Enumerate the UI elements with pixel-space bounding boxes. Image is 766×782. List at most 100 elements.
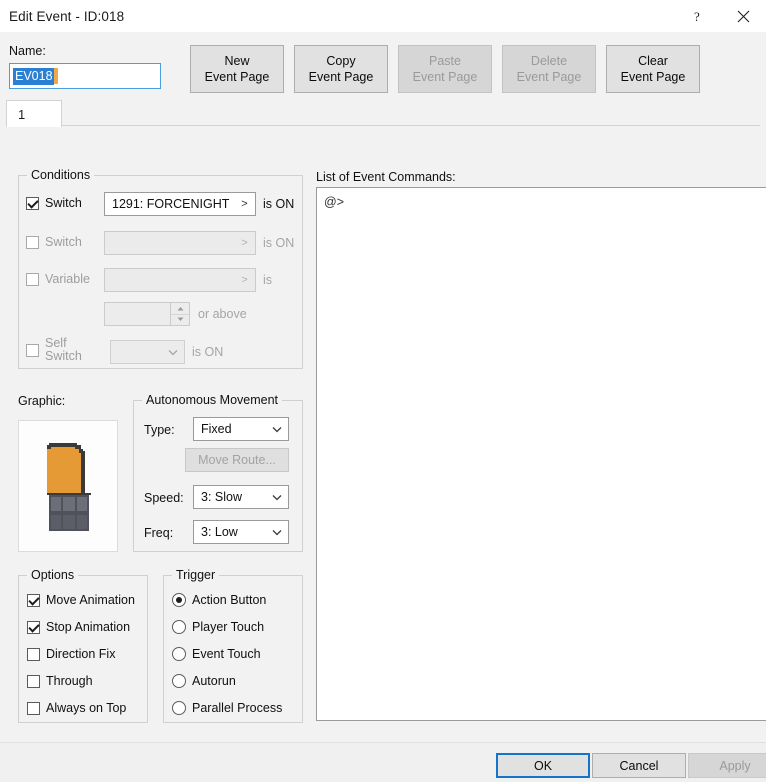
autonomous-movement-legend: Autonomous Movement xyxy=(142,393,283,407)
condition-switch1-picker[interactable]: 1291: FORCENIGHT > xyxy=(104,192,256,216)
options-legend: Options xyxy=(27,568,79,582)
self-switch-label-line1: Self xyxy=(45,336,67,350)
option-direction-fix[interactable]: Direction Fix xyxy=(27,647,115,661)
graphic-preview[interactable] xyxy=(18,420,118,552)
condition-self-switch-suffix: is ON xyxy=(192,345,224,359)
dialog-footer: OK Cancel Apply xyxy=(0,742,766,782)
chevron-down-icon[interactable] xyxy=(266,529,288,536)
chevron-down-icon[interactable] xyxy=(266,494,288,501)
condition-switch1-label: Switch xyxy=(45,196,82,210)
movement-type-label: Type: xyxy=(144,423,175,437)
window-title: Edit Event - ID:018 xyxy=(9,8,125,24)
condition-switch1-checkbox[interactable]: Switch xyxy=(26,196,82,210)
move-route-button: Move Route... xyxy=(185,448,289,472)
condition-variable-label: Variable xyxy=(45,272,90,286)
movement-type-value: Fixed xyxy=(201,422,232,436)
movement-type-combo[interactable]: Fixed xyxy=(193,417,289,441)
name-label: Name: xyxy=(9,44,46,58)
name-input[interactable]: EV018 xyxy=(9,63,161,89)
delete-event-page-button: Delete Event Page xyxy=(502,45,596,93)
option-label: Through xyxy=(46,674,93,688)
new-event-page-button[interactable]: New Event Page xyxy=(190,45,284,93)
option-through[interactable]: Through xyxy=(27,674,93,688)
checkbox-icon xyxy=(27,701,40,715)
condition-self-switch-label: Self Switch xyxy=(45,337,82,363)
cancel-button[interactable]: Cancel xyxy=(592,753,686,778)
button-line1: Delete xyxy=(530,54,568,68)
trigger-player-touch[interactable]: Player Touch xyxy=(172,620,264,634)
name-input-value: EV018 xyxy=(13,67,54,85)
copy-event-page-button[interactable]: Copy Event Page xyxy=(294,45,388,93)
condition-switch1-value: 1291: FORCENIGHT xyxy=(112,197,230,211)
event-commands-label: List of Event Commands: xyxy=(316,170,456,184)
trigger-parallel-process[interactable]: Parallel Process xyxy=(172,701,282,715)
trigger-label: Event Touch xyxy=(192,647,261,661)
self-switch-label-line2: Switch xyxy=(45,349,82,363)
movement-freq-combo[interactable]: 3: Low xyxy=(193,520,289,544)
conditions-legend: Conditions xyxy=(27,168,95,182)
condition-self-switch-checkbox[interactable]: Self Switch xyxy=(26,337,82,363)
checkbox-icon xyxy=(26,343,39,357)
tab-underline xyxy=(6,125,760,126)
movement-freq-label: Freq: xyxy=(144,526,174,540)
condition-variable-checkbox[interactable]: Variable xyxy=(26,272,90,286)
movement-speed-label: Speed: xyxy=(144,491,184,505)
movement-freq-value: 3: Low xyxy=(201,525,238,539)
trigger-event-touch[interactable]: Event Touch xyxy=(172,647,261,661)
event-page-tabs: 1 xyxy=(6,100,760,127)
condition-switch2-picker: > xyxy=(104,231,256,255)
close-icon[interactable] xyxy=(720,0,766,32)
button-line1: Paste xyxy=(429,54,461,68)
checkbox-icon xyxy=(27,593,40,607)
stepper-buttons xyxy=(170,303,189,325)
chevron-right-icon[interactable]: > xyxy=(233,193,255,215)
button-line2: Event Page xyxy=(412,70,478,84)
paste-event-page-button: Paste Event Page xyxy=(398,45,492,93)
option-label: Direction Fix xyxy=(46,647,116,661)
ok-button[interactable]: OK xyxy=(496,753,590,778)
condition-variable-amount-value xyxy=(105,303,170,325)
chevron-down-icon[interactable] xyxy=(266,426,288,433)
trigger-action-button[interactable]: Action Button xyxy=(172,593,266,607)
list-item[interactable]: @> xyxy=(317,188,766,209)
condition-switch2-label: Switch xyxy=(45,235,82,249)
chevron-down-icon xyxy=(162,349,184,356)
dialog-body: Name: EV018 New Event Page Copy Event Pa… xyxy=(0,32,766,782)
trigger-label: Autorun xyxy=(192,674,236,688)
option-move-animation[interactable]: Move Animation xyxy=(27,593,135,607)
condition-variable-picker: > xyxy=(104,268,256,292)
option-label: Always on Top xyxy=(46,701,127,715)
option-label: Move Animation xyxy=(46,593,135,607)
checkbox-icon xyxy=(27,620,40,634)
trigger-label: Parallel Process xyxy=(192,701,283,715)
option-always-on-top[interactable]: Always on Top xyxy=(27,701,126,715)
apply-button: Apply xyxy=(688,753,766,778)
option-stop-animation[interactable]: Stop Animation xyxy=(27,620,130,634)
graphic-label: Graphic: xyxy=(18,394,66,408)
checkbox-icon xyxy=(27,647,40,661)
window-controls: ? xyxy=(674,0,766,32)
checkbox-icon xyxy=(26,196,39,210)
event-page-toolbar: New Event Page Copy Event Page Paste Eve… xyxy=(190,45,700,93)
help-icon[interactable]: ? xyxy=(674,0,720,32)
tab-page-1[interactable]: 1 xyxy=(6,100,62,127)
clear-event-page-button[interactable]: Clear Event Page xyxy=(606,45,700,93)
text-caret xyxy=(53,68,58,84)
svg-text:?: ? xyxy=(694,10,700,23)
checkbox-icon xyxy=(27,674,40,688)
condition-switch1-suffix: is ON xyxy=(263,197,295,211)
condition-switch2-checkbox[interactable]: Switch xyxy=(26,235,82,249)
button-line1: Copy xyxy=(326,54,356,68)
title-bar: Edit Event - ID:018 ? xyxy=(0,0,766,32)
trigger-autorun[interactable]: Autorun xyxy=(172,674,236,688)
event-commands-list[interactable]: @> xyxy=(316,187,766,721)
checkbox-icon xyxy=(26,235,39,249)
radio-icon xyxy=(172,674,186,688)
character-sprite-icon xyxy=(47,443,91,531)
movement-speed-value: 3: Slow xyxy=(201,490,242,504)
option-label: Stop Animation xyxy=(46,620,131,634)
button-line1: New xyxy=(224,54,250,68)
condition-switch2-suffix: is ON xyxy=(263,236,295,250)
trigger-label: Player Touch xyxy=(192,620,265,634)
movement-speed-combo[interactable]: 3: Slow xyxy=(193,485,289,509)
